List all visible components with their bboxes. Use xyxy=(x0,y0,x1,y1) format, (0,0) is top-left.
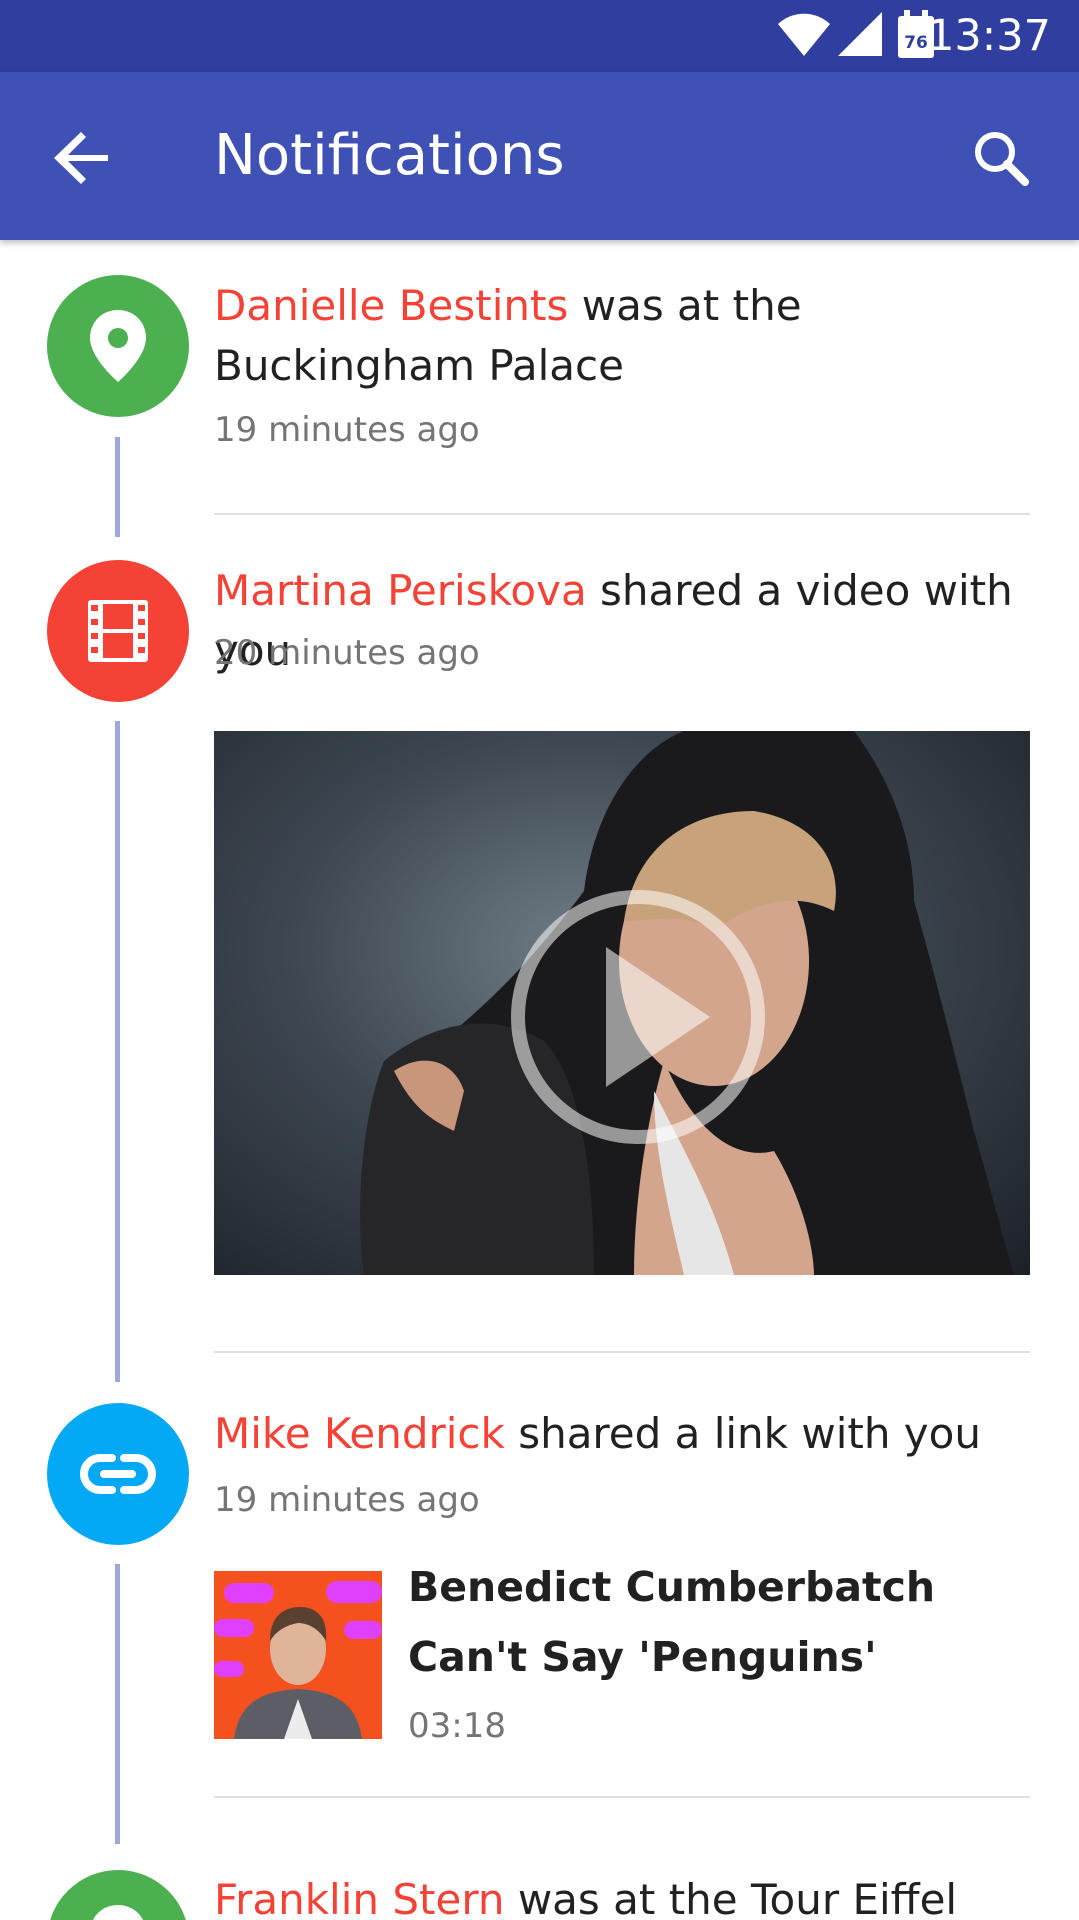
film-icon xyxy=(88,600,148,662)
notification-text: Danielle Bestints was at the Buckingham … xyxy=(214,276,1044,396)
link-duration: 03:18 xyxy=(408,1706,506,1746)
back-button[interactable] xyxy=(40,116,124,200)
notification-avatar xyxy=(47,1403,189,1545)
app-bar: Notifications xyxy=(0,72,1079,240)
notification-time: 19 minutes ago xyxy=(214,1480,480,1520)
status-bar: 76 13:37 xyxy=(0,0,1079,72)
link-thumbnail[interactable] xyxy=(214,1571,382,1739)
timeline-connector xyxy=(115,721,120,1382)
arrow-back-icon xyxy=(54,132,108,184)
page-title: Notifications xyxy=(214,123,565,188)
wifi-icon xyxy=(778,13,830,56)
search-icon xyxy=(975,132,1029,186)
location-pin-icon xyxy=(93,1905,143,1920)
user-name-link[interactable]: Franklin Stern xyxy=(214,1875,504,1920)
notification-list: Danielle Bestints was at the Buckingham … xyxy=(0,240,1079,1920)
notification-message: was at the Tour Eiffel xyxy=(504,1875,958,1920)
cell-signal-icon xyxy=(838,12,882,56)
play-icon[interactable] xyxy=(214,731,1030,1275)
notification-message: shared a link with you xyxy=(504,1409,981,1458)
location-pin-icon xyxy=(90,310,146,382)
divider xyxy=(214,1351,1030,1353)
link-preview-image xyxy=(214,1571,382,1739)
notification-avatar xyxy=(47,1870,189,1920)
notification-avatar xyxy=(47,275,189,417)
timeline-connector xyxy=(115,1564,120,1844)
divider xyxy=(214,1796,1030,1798)
divider xyxy=(214,513,1030,515)
notification-time: 20 minutes ago xyxy=(214,633,480,673)
link-title[interactable]: Benedict Cumberbatch Can't Say 'Penguins… xyxy=(408,1552,1038,1692)
video-thumbnail[interactable] xyxy=(214,731,1030,1275)
notification-avatar xyxy=(47,560,189,702)
user-name-link[interactable]: Mike Kendrick xyxy=(214,1409,505,1458)
user-name-link[interactable]: Danielle Bestints xyxy=(214,281,568,330)
calendar-day-label: 76 xyxy=(904,33,928,53)
notification-text: Mike Kendrick shared a link with you xyxy=(214,1404,1044,1464)
notification-text: Franklin Stern was at the Tour Eiffel xyxy=(214,1870,1044,1920)
link-icon xyxy=(80,1454,156,1494)
status-time: 13:37 xyxy=(927,11,1051,61)
timeline-connector xyxy=(115,437,120,537)
search-button[interactable] xyxy=(959,116,1043,200)
user-name-link[interactable]: Martina Periskova xyxy=(214,566,587,615)
notification-time: 19 minutes ago xyxy=(214,410,480,450)
